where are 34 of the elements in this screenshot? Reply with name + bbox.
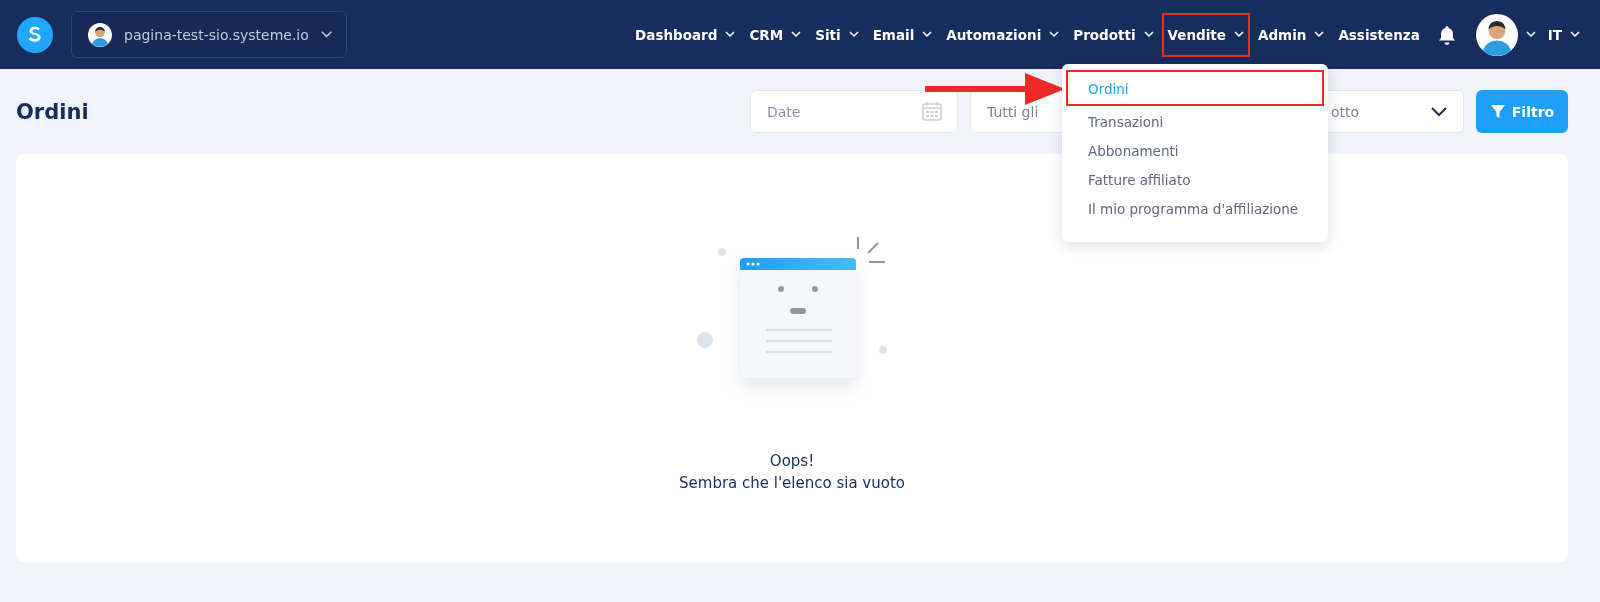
nav-menu-item[interactable]: Prodotti [1067,12,1160,57]
language-selector[interactable]: IT [1541,12,1586,57]
chevron-down-icon [320,30,332,39]
chevron-down-icon [1233,31,1244,38]
nav-menu-item[interactable]: Automazioni [940,12,1066,57]
chevron-down-icon [922,31,933,38]
calendar-icon [922,101,942,121]
nav-menu-item[interactable]: Assistenza [1332,12,1426,57]
nav-menu-item[interactable]: Dashboard [629,12,742,57]
menu-item[interactable]: Fatture affiliato [1062,164,1328,193]
chevron-down-icon [1431,106,1447,117]
nav-menu-item[interactable]: Admin [1251,12,1331,57]
chevron-down-icon [1570,31,1580,38]
chevron-down-icon [791,31,802,38]
chevron-down-icon [1525,31,1536,38]
chevron-down-icon [1049,31,1060,38]
page-title: Ordini [16,99,89,124]
nav-menu-item[interactable]: Siti [809,12,865,57]
nav-menu-item[interactable]: Vendite [1161,12,1250,57]
site-selector[interactable]: pagina-test-sio.systeme.io [71,11,347,58]
logo-icon[interactable] [17,16,53,53]
filter-icon [1489,103,1506,120]
menu-item[interactable]: Il mio programma d'affiliazione [1062,193,1328,222]
date-field[interactable]: Date [750,90,958,133]
chevron-down-icon [848,31,859,38]
chevron-down-icon [1143,31,1154,38]
nav-menu-item[interactable]: Email [866,12,939,57]
chevron-down-icon [725,31,736,38]
chevron-down-icon [1314,31,1325,38]
empty-state-message: Sembra che l'elenco sia vuoto [679,474,905,492]
empty-state-title: Oops! [769,452,815,470]
notification-bell-icon[interactable] [1437,24,1456,45]
menu-item[interactable]: Abbonamenti [1062,135,1328,164]
nav-menu-item[interactable]: CRM [743,12,808,57]
